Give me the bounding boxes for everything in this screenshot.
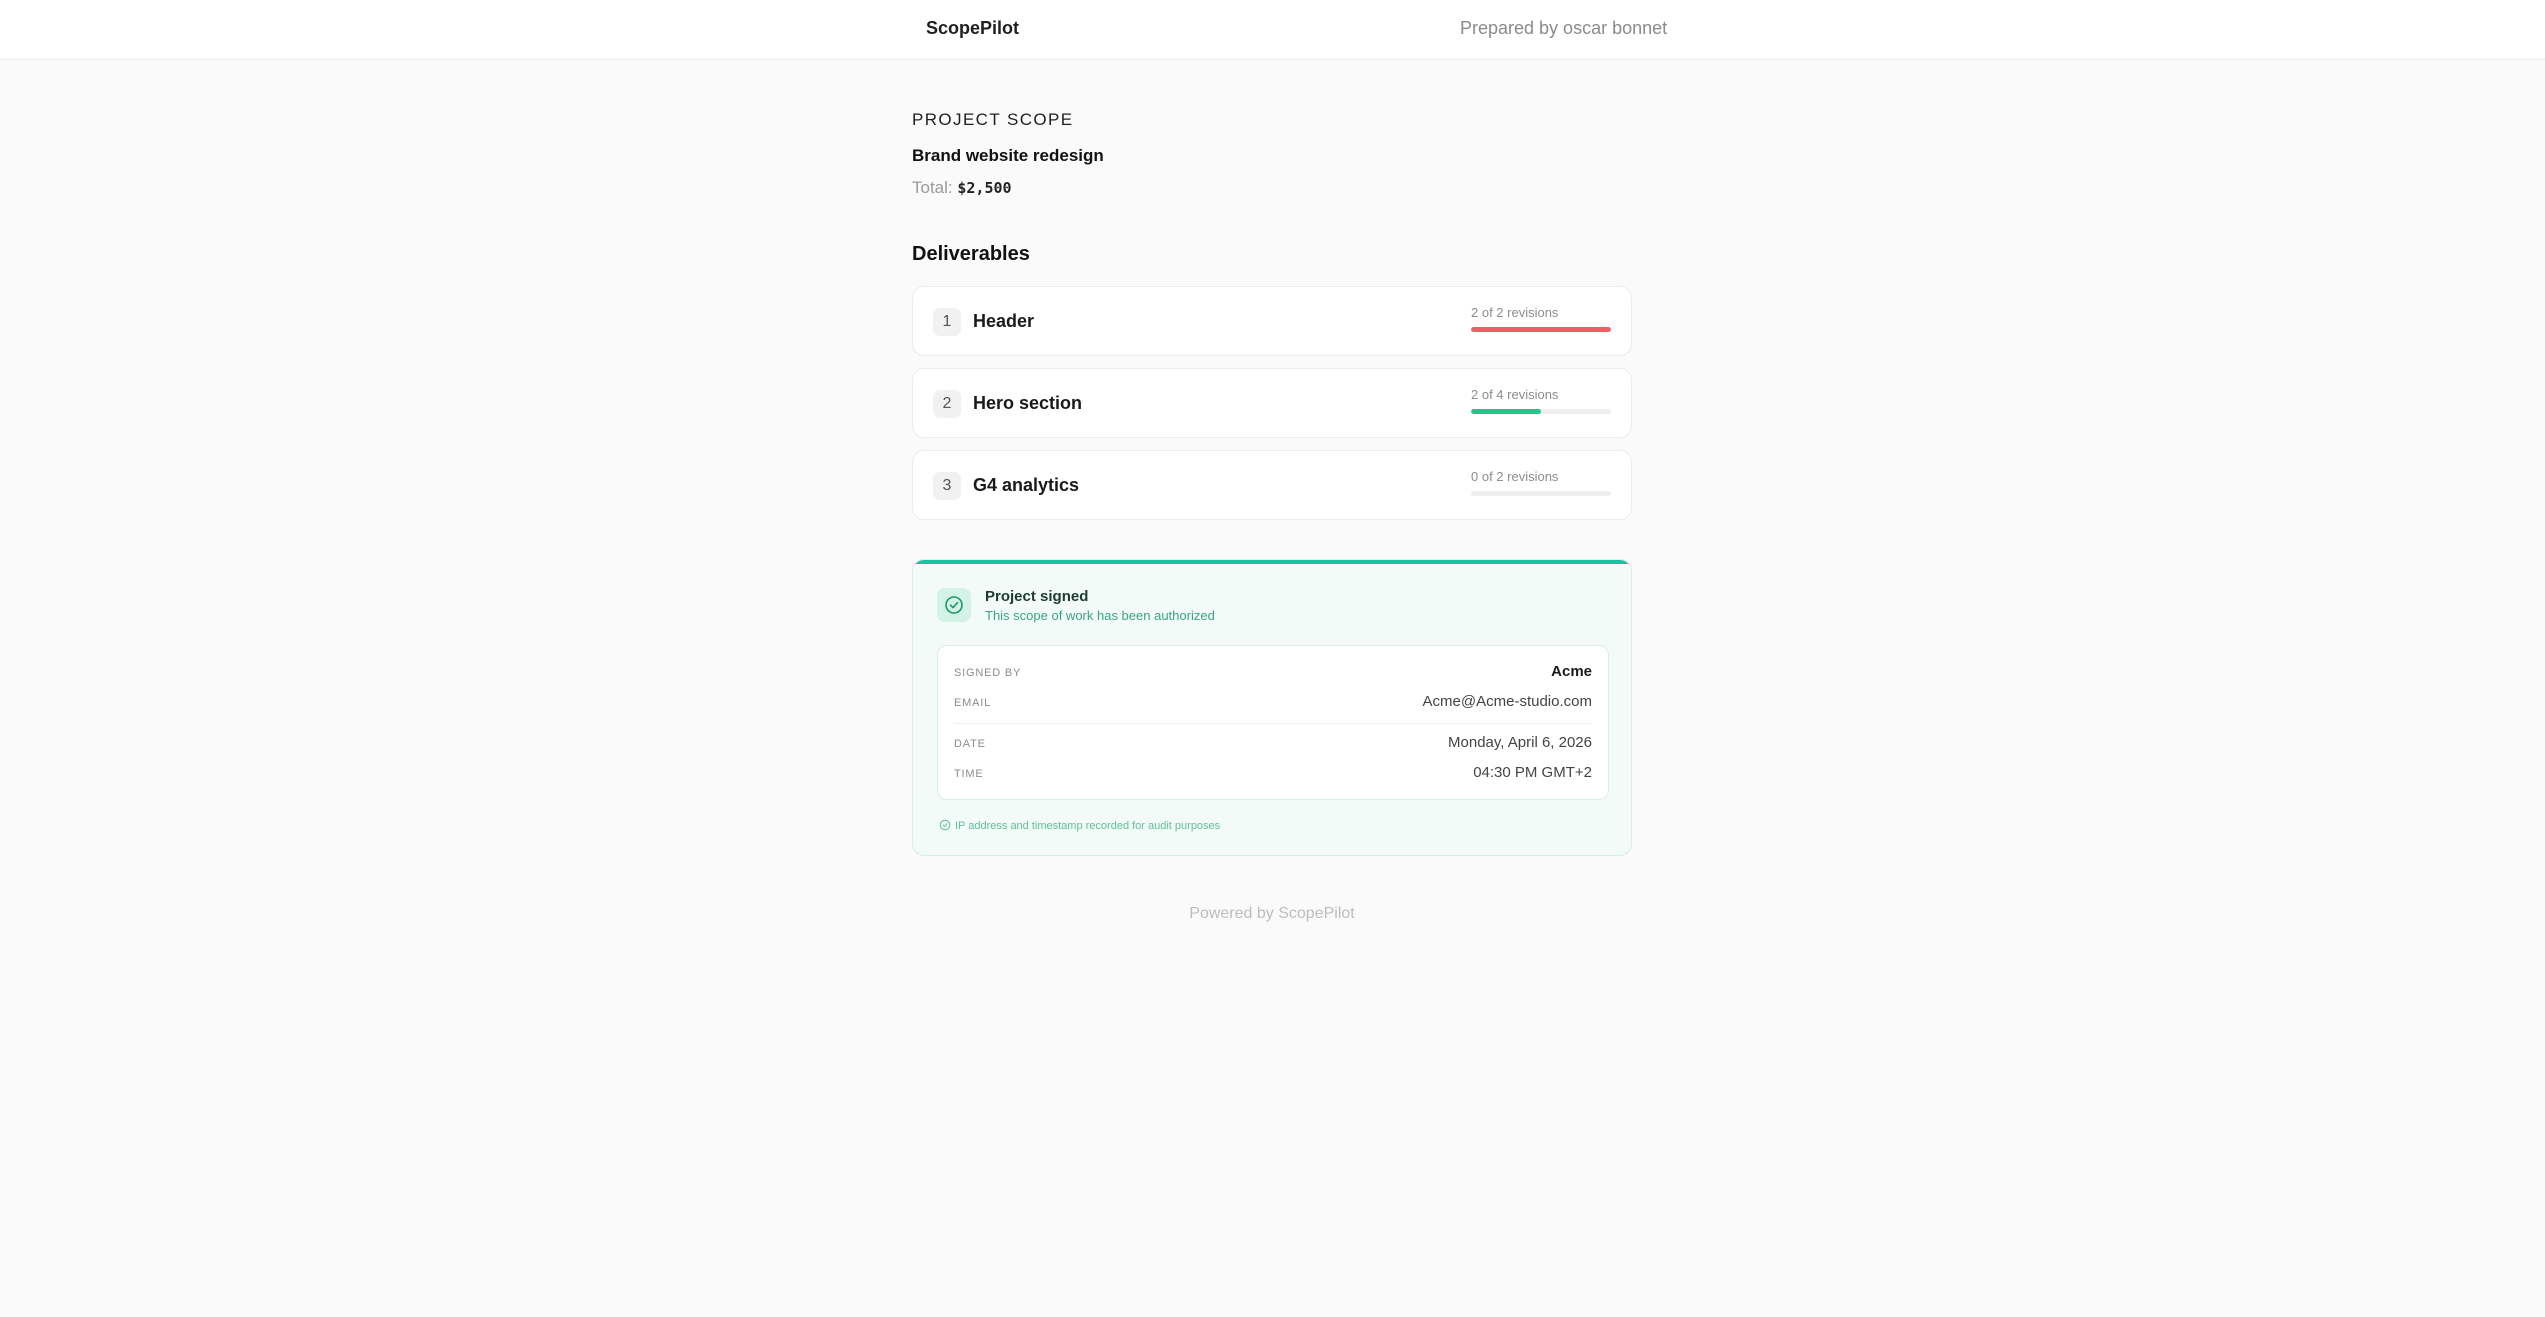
signature-accent-bar [913, 560, 1631, 564]
check-circle-icon [937, 588, 971, 622]
deliverable-card[interactable]: 3 G4 analytics 0 of 2 revisions [912, 450, 1632, 520]
top-bar: ScopePilot Prepared by oscar bonnet [0, 0, 2545, 60]
deliverable-number: 1 [933, 308, 961, 336]
revisions-count: 0 of 2 revisions [1471, 469, 1559, 484]
deliverable-name: G4 analytics [973, 475, 1080, 495]
revisions-progress-bar [1471, 491, 1611, 496]
deliverable-number: 3 [933, 472, 961, 500]
time-label: TIME [954, 768, 984, 780]
prepared-by-text: Prepared by oscar bonnet [1460, 18, 1668, 38]
deliverables-heading: Deliverables [912, 243, 1030, 265]
date-label: DATE [954, 738, 986, 750]
email-label: EMAIL [954, 697, 992, 709]
deliverable-number: 2 [933, 390, 961, 418]
brand-logo-text[interactable]: ScopePilot [926, 18, 1019, 39]
signature-status-subtitle: This scope of work has been authorized [985, 608, 1215, 623]
date-value: Monday, April 6, 2026 [1448, 734, 1592, 751]
signature-status-title: Project signed [985, 588, 1089, 605]
signature-card: Project signed This scope of work has be… [912, 559, 1632, 856]
deliverable-card[interactable]: 2 Hero section 2 of 4 revisions [912, 368, 1632, 438]
deliverable-name: Hero section [973, 393, 1083, 413]
revisions-progress-fill [1471, 409, 1541, 414]
time-value: 04:30 PM GMT+2 [1473, 764, 1592, 781]
total-label: Total: [912, 178, 953, 197]
total-value: $2,500 [957, 179, 1012, 197]
shield-check-icon [939, 819, 955, 832]
signature-details: SIGNED BY Acme EMAIL Acme@Acme-studio.co… [937, 645, 1609, 800]
powered-by-footer[interactable]: Powered by ScopePilot [912, 905, 1632, 923]
project-total: Total: $2,500 [912, 178, 1012, 198]
deliverable-card[interactable]: 1 Header 2 of 2 revisions [912, 286, 1632, 356]
revisions-progress-fill [1471, 327, 1611, 332]
email-value: Acme@Acme-studio.com [1422, 693, 1592, 710]
deliverable-name: Header [973, 311, 1035, 331]
details-divider [954, 723, 1592, 724]
page-eyebrow: PROJECT SCOPE [912, 110, 1074, 129]
signed-by-label: SIGNED BY [954, 667, 1022, 679]
signed-by-value: Acme [1551, 663, 1592, 680]
revisions-progress-bar [1471, 409, 1611, 414]
audit-note-text: IP address and timestamp recorded for au… [955, 820, 1221, 832]
revisions-count: 2 of 2 revisions [1471, 305, 1559, 320]
project-title: Brand website redesign [912, 146, 1104, 165]
revisions-progress-bar [1471, 327, 1611, 332]
audit-note: IP address and timestamp recorded for au… [939, 819, 1220, 832]
revisions-count: 2 of 4 revisions [1471, 387, 1559, 402]
